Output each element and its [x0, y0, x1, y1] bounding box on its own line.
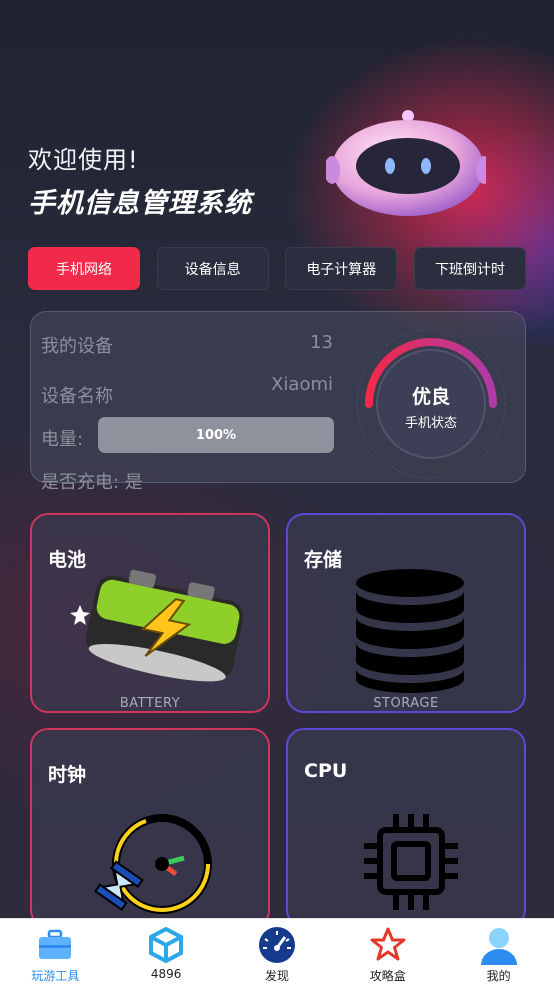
tabbar-item-guide-box[interactable]: 攻略盒 — [343, 919, 433, 984]
tabbar-item-4896[interactable]: 4896 — [121, 919, 211, 984]
device-info-card: 我的设备 13 设备名称 Xiaomi 电量: 100% 是否充电: 是 优良 … — [30, 311, 526, 493]
welcome-text: 欢迎使用! — [28, 146, 139, 174]
storage-tile[interactable]: 存储 STORAGE — [286, 513, 526, 713]
clock-icon — [94, 814, 212, 914]
device-name-label: 设备名称 — [41, 386, 113, 407]
tabbar-label-mine: 我的 — [486, 969, 511, 983]
storage-tile-subtitle: STORAGE — [373, 696, 439, 711]
charging-status: 是否充电: 是 — [41, 472, 143, 493]
toolbox-icon — [39, 929, 72, 959]
star-icon — [370, 927, 406, 961]
storage-tile-title: 存储 — [304, 549, 343, 571]
tabbar-item-tools[interactable]: 玩游工具 — [10, 919, 100, 984]
my-device-label: 我的设备 — [41, 336, 113, 357]
tabbar-label-discover: 发现 — [264, 969, 289, 983]
tab-device-info[interactable]: 设备信息 — [156, 247, 269, 290]
tabbar-label-tools: 玩游工具 — [31, 969, 80, 983]
battery-label: 电量: — [41, 429, 84, 450]
tabbar-item-mine[interactable]: 我的 — [454, 919, 544, 984]
phone-status-gauge: 优良 手机状态 — [353, 326, 509, 482]
battery-tile[interactable]: 电池 BATTERY — [30, 513, 270, 713]
clock-tile[interactable]: 时钟 — [30, 728, 270, 928]
cpu-tile-title: CPU — [304, 760, 348, 782]
bottom-tab-bar: 玩游工具 4896 发现 攻略盒 我的 — [0, 918, 554, 984]
app-title: 手机信息管理系统 — [28, 188, 252, 219]
battery-percent: 100% — [195, 427, 237, 443]
battery-tile-subtitle: BATTERY — [119, 696, 181, 711]
tabbar-item-discover[interactable]: 发现 — [232, 919, 322, 984]
cpu-tile[interactable]: CPU — [286, 728, 526, 928]
user-icon — [480, 928, 517, 965]
tab-phone-network[interactable]: 手机网络 — [28, 247, 140, 290]
welcome-header: 欢迎使用! 手机信息管理系统 — [28, 140, 252, 220]
status-subtitle: 手机状态 — [404, 416, 457, 431]
battery-icon — [70, 569, 244, 682]
clock-tile-title: 时钟 — [48, 764, 87, 786]
cpu-icon — [364, 814, 458, 910]
tabbar-label-guide-box: 攻略盒 — [369, 969, 406, 983]
speedometer-icon — [258, 927, 295, 963]
function-tabs: 手机网络 设备信息 电子计算器 下班倒计时 — [28, 247, 526, 290]
tabbar-label-4896: 4896 — [150, 967, 182, 981]
status-title: 优良 — [411, 386, 450, 408]
device-name-value: Xiaomi — [271, 374, 333, 395]
tab-calculator[interactable]: 电子计算器 — [285, 247, 398, 290]
battery-progress-bar: 100% — [98, 417, 334, 453]
database-icon — [356, 569, 464, 693]
cube-icon — [149, 927, 184, 963]
my-device-value: 13 — [310, 332, 333, 353]
robot-mascot-icon — [326, 110, 486, 216]
tab-work-countdown[interactable]: 下班倒计时 — [413, 247, 526, 290]
